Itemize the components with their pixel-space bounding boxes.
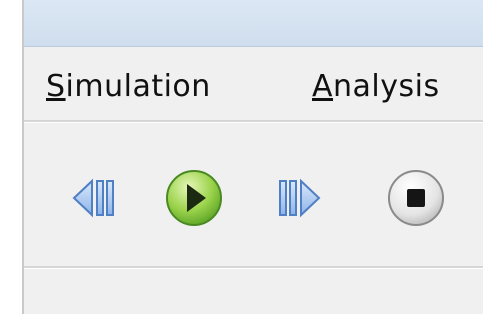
menu-analysis-mnemonic: A [312,69,334,104]
status-area [24,270,483,314]
step-forward-button[interactable] [260,163,340,233]
stop-icon [388,170,444,226]
menu-simulation-mnemonic: S [46,69,66,104]
simulation-toolbar [24,123,483,265]
step-forward-icon [279,178,321,218]
menu-bar: Simulation Analysis [24,47,483,119]
step-back-icon [72,178,114,218]
menu-simulation-label: imulation [65,69,211,104]
run-button[interactable] [154,163,234,233]
stop-button[interactable] [376,163,456,233]
menu-analysis-label: nalysis [333,69,440,104]
menu-analysis[interactable]: Analysis [312,69,440,104]
simulink-window: Simulation Analysis [22,0,483,314]
title-bar [24,0,483,47]
play-icon [166,170,222,226]
menu-simulation[interactable]: Simulation [46,69,211,104]
step-back-button[interactable] [52,163,132,233]
toolbar-separator [24,266,483,269]
